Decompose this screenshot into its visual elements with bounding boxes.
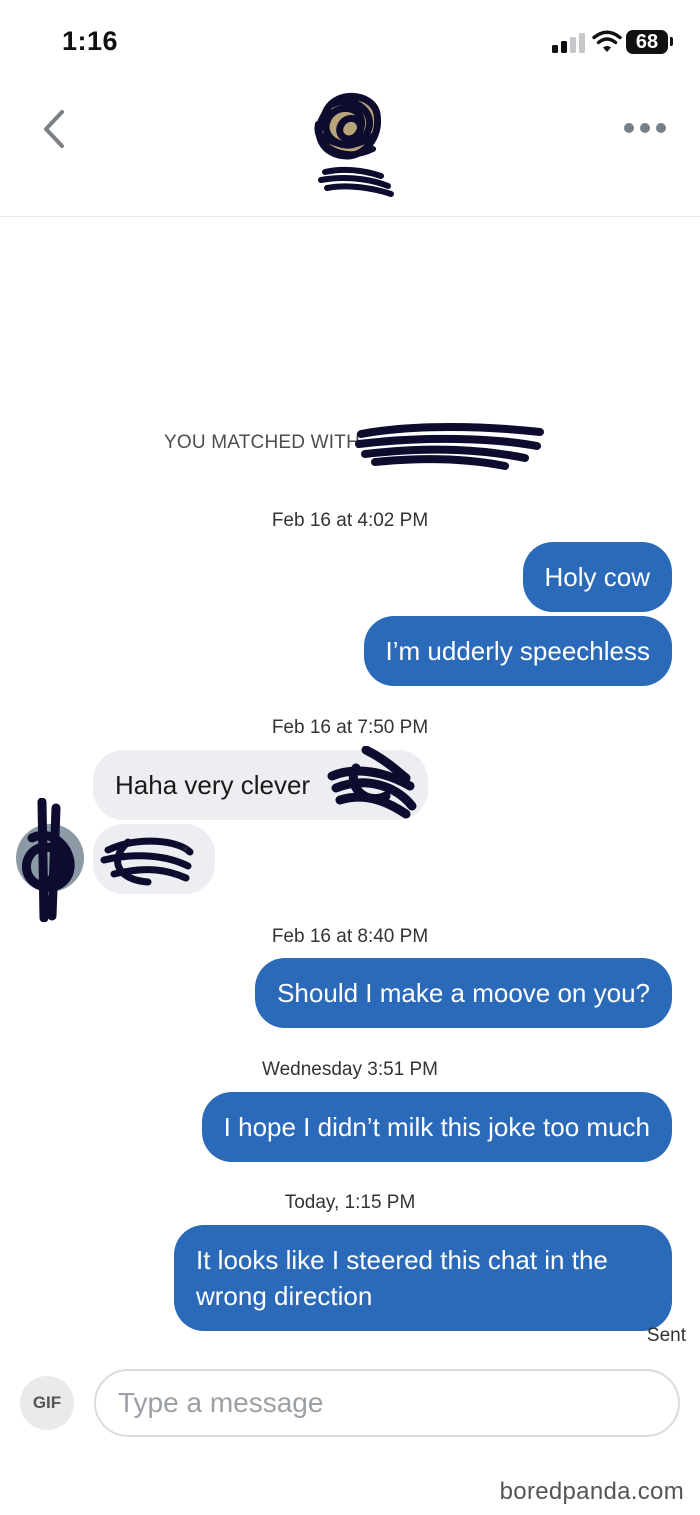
chat-header: [0, 70, 700, 217]
outgoing-message[interactable]: I hope I didn’t milk this joke too much: [201, 1092, 672, 1162]
battery-cap: [670, 37, 673, 46]
match-banner-text: YOU MATCHED WITH: [164, 432, 361, 453]
timestamp: Wednesday 3:51 PM: [261, 1059, 439, 1080]
incoming-message-text: Haha very clever: [115, 770, 311, 800]
match-banner: YOU MATCHED WITH: [0, 423, 700, 470]
chevron-left-icon[interactable]: [34, 104, 74, 154]
status-time: 1:16: [62, 26, 119, 56]
sent-status: Sent: [646, 1325, 686, 1346]
watermark: boredpanda.com: [499, 1478, 684, 1505]
timestamp: Feb 16 at 8:40 PM: [271, 926, 429, 947]
ellipsis-icon: [624, 123, 634, 133]
outgoing-message[interactable]: Holy cow: [522, 542, 672, 612]
message-line: wrong direction: [196, 1281, 373, 1311]
timestamp: Today, 1:15 PM: [284, 1192, 416, 1213]
message-line: It looks like I steered this chat in the: [196, 1245, 608, 1275]
sender-avatar: [16, 798, 84, 922]
redacted-text: *: [100, 837, 194, 886]
redacted-match-name: [355, 423, 544, 470]
redacted-text: [327, 746, 417, 819]
battery-indicator: 68: [626, 30, 668, 54]
outgoing-message[interactable]: Should I make a moove on you?: [255, 958, 672, 1028]
outgoing-message[interactable]: I’m udderly speechless: [363, 616, 672, 686]
message-input[interactable]: [94, 1369, 680, 1437]
timestamp: Feb 16 at 7:50 PM: [271, 717, 429, 738]
match-avatar[interactable]: [303, 84, 395, 200]
gif-button[interactable]: GIF: [20, 1376, 74, 1430]
more-options-button[interactable]: [620, 118, 670, 138]
cellular-signal-icon: [552, 33, 586, 53]
svg-text:*: *: [182, 844, 189, 860]
outgoing-message[interactable]: It looks like I steered this chat in the…: [174, 1225, 672, 1331]
wifi-icon: [592, 30, 622, 52]
timestamp: Feb 16 at 4:02 PM: [271, 510, 429, 531]
